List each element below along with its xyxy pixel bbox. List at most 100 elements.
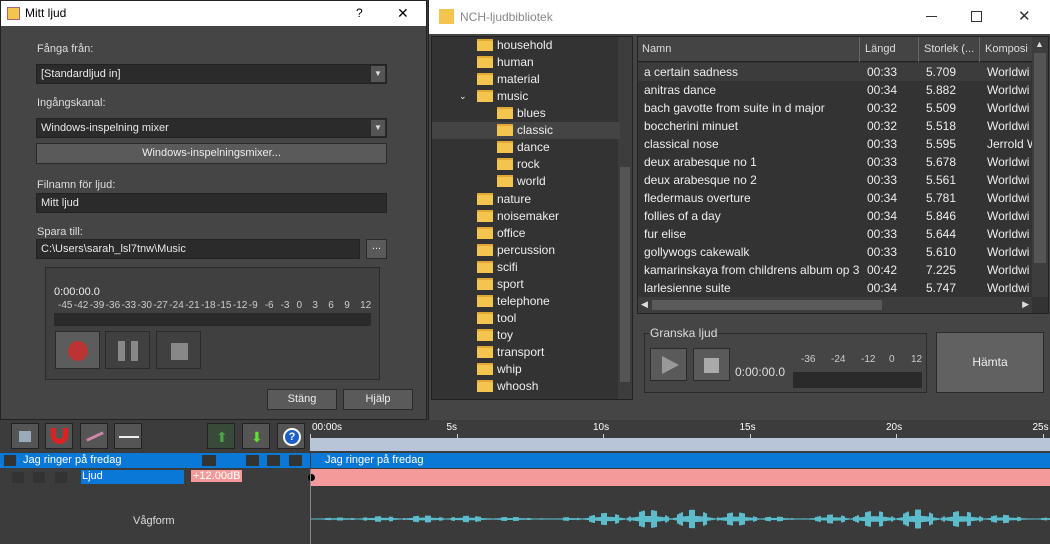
table-header: Namn Längd Storlek (... Komposi bbox=[638, 37, 1032, 62]
collapse-icon[interactable] bbox=[4, 455, 16, 466]
browse-button[interactable]: ... bbox=[366, 239, 387, 259]
tree-item[interactable]: office bbox=[477, 225, 525, 242]
tree-item[interactable]: human bbox=[477, 54, 534, 71]
tree-item[interactable]: telephone bbox=[477, 293, 550, 310]
horizontal-scrollbar[interactable]: ◀ ▶ bbox=[638, 297, 1032, 313]
mixer-button[interactable]: Windows-inspelningsmixer... bbox=[36, 143, 387, 164]
table-row[interactable]: fledermaus overture 00:34 5.781 Worldwi bbox=[638, 189, 1031, 207]
column-header[interactable]: Storlek (... bbox=[924, 43, 974, 55]
table-row[interactable]: larlesienne suite 00:34 5.747 Worldwi bbox=[638, 279, 1031, 297]
filename-input[interactable]: Mitt ljud bbox=[36, 193, 387, 213]
tree-item[interactable]: world bbox=[497, 173, 546, 190]
preview-meter-tick: -12 bbox=[861, 354, 876, 365]
column-header[interactable]: Komposi bbox=[985, 43, 1028, 55]
scroll-right-icon[interactable]: ▶ bbox=[1022, 299, 1029, 310]
record-button[interactable] bbox=[55, 331, 100, 369]
waveform-bar bbox=[525, 518, 527, 520]
play-button[interactable] bbox=[650, 348, 687, 381]
waveform-bar bbox=[659, 516, 661, 522]
fit-button[interactable] bbox=[114, 423, 142, 449]
waveform-bar bbox=[361, 518, 363, 520]
waveform-bar bbox=[471, 517, 473, 521]
chevron-down-icon[interactable]: ⌄ bbox=[459, 88, 467, 105]
scroll-left-icon[interactable]: ◀ bbox=[641, 299, 648, 310]
download-button[interactable]: Hämta bbox=[936, 332, 1044, 393]
close-icon[interactable]: ✕ bbox=[397, 5, 409, 22]
speaker-tool-button[interactable] bbox=[11, 423, 39, 449]
tree-item[interactable]: household bbox=[477, 37, 552, 54]
table-row[interactable]: classical nose 00:33 5.595 Jerrold W bbox=[638, 135, 1032, 153]
tree-item[interactable]: percussion bbox=[477, 242, 555, 259]
pause-button[interactable] bbox=[105, 331, 150, 369]
table-row[interactable]: deux arabesque no 1 00:33 5.678 Worldwi bbox=[638, 153, 1031, 171]
track-option-icon[interactable] bbox=[246, 455, 259, 466]
timeline-ruler[interactable]: 00:00s 5s 10s 15s 20s 25s bbox=[310, 420, 1050, 452]
track-header[interactable]: Jag ringer på fredag bbox=[0, 453, 310, 468]
column-divider[interactable] bbox=[979, 37, 980, 62]
lane-select[interactable]: Ljud bbox=[81, 470, 184, 484]
waveform-bar bbox=[825, 517, 827, 521]
tree-item[interactable]: rock bbox=[497, 156, 540, 173]
tree-item[interactable]: nature bbox=[477, 191, 531, 208]
maximize-icon[interactable] bbox=[971, 11, 982, 22]
stop-button[interactable] bbox=[156, 331, 201, 369]
track-settings-icon[interactable] bbox=[289, 455, 302, 466]
channel-select[interactable]: Windows-inspelning mixer ▼ bbox=[36, 118, 387, 138]
effects-button[interactable] bbox=[80, 423, 108, 449]
waveform-bar bbox=[421, 517, 423, 521]
move-up-button[interactable]: ⬆ bbox=[207, 423, 235, 449]
table-row[interactable]: fur elise 00:33 5.644 Worldwi bbox=[638, 225, 1031, 243]
table-row[interactable]: gollywogs cakewalk 00:33 5.610 Worldwi bbox=[638, 243, 1031, 261]
column-divider[interactable] bbox=[859, 37, 860, 62]
saveto-input[interactable]: C:\Users\sarah_lsl7tnw\Music bbox=[36, 239, 360, 259]
column-header[interactable]: Längd bbox=[865, 43, 896, 55]
clip-header[interactable]: Jag ringer på fredag bbox=[311, 453, 1050, 468]
tree-item[interactable]: noisemaker bbox=[477, 208, 559, 225]
tree-item[interactable]: scifi bbox=[477, 259, 518, 276]
column-divider[interactable] bbox=[918, 37, 919, 62]
play-icon bbox=[662, 356, 679, 374]
tree-item[interactable]: tool bbox=[477, 310, 516, 327]
close-icon[interactable]: ✕ bbox=[1018, 7, 1031, 25]
table-cell: Worldwi bbox=[987, 83, 1030, 97]
vertical-scrollbar[interactable]: ▲ bbox=[1032, 37, 1048, 297]
move-down-button[interactable]: ⬇ bbox=[242, 423, 270, 449]
table-row[interactable]: kamarinskaya from childrens album op 39 0… bbox=[638, 261, 1031, 279]
table-row[interactable]: boccherini minuet 00:32 5.518 Worldwi bbox=[638, 117, 1031, 135]
help-button[interactable]: Hjälp bbox=[343, 389, 413, 410]
tree-item[interactable]: material bbox=[477, 71, 540, 88]
tree-item[interactable]: toy bbox=[477, 327, 513, 344]
lane-value[interactable]: +12.00dB bbox=[191, 470, 243, 482]
tree-item[interactable]: whoosh bbox=[477, 378, 538, 395]
tree-item[interactable]: dance bbox=[497, 139, 550, 156]
tree-item[interactable]: transport bbox=[477, 344, 544, 361]
table-row[interactable]: bach gavotte from suite in d major 00:32 5… bbox=[638, 99, 1031, 117]
table-row[interactable]: anitras dance 00:34 5.882 Worldwi bbox=[638, 81, 1031, 99]
tree-item[interactable]: sport bbox=[477, 276, 524, 293]
help-icon[interactable]: ? bbox=[356, 6, 363, 20]
help-tool-button[interactable]: ? bbox=[277, 423, 305, 449]
add-keyframe-icon[interactable] bbox=[33, 472, 45, 483]
minimize-icon[interactable] bbox=[926, 16, 937, 17]
preview-stop-button[interactable] bbox=[693, 348, 730, 381]
table-row[interactable]: deux arabesque no 2 00:33 5.561 Worldwi bbox=[638, 171, 1031, 189]
capture-select[interactable]: [Standardljud in] ▼ bbox=[36, 64, 387, 84]
close-button[interactable]: Stäng bbox=[267, 389, 337, 410]
tree-scrollbar[interactable] bbox=[618, 37, 632, 399]
lock-icon[interactable] bbox=[267, 455, 280, 466]
tree-item[interactable]: ⌄ music bbox=[459, 88, 528, 105]
prev-keyframe-icon[interactable] bbox=[12, 472, 24, 483]
waveform-bar bbox=[597, 517, 599, 521]
column-header[interactable]: Namn bbox=[642, 43, 671, 55]
next-keyframe-icon[interactable] bbox=[55, 472, 67, 483]
scroll-up-icon[interactable]: ▲ bbox=[1035, 39, 1044, 49]
volume-lane[interactable] bbox=[308, 469, 1050, 486]
mute-icon[interactable] bbox=[202, 455, 216, 466]
waveform[interactable] bbox=[311, 487, 1050, 544]
tree-item[interactable]: classic bbox=[497, 122, 553, 139]
tree-item[interactable]: blues bbox=[497, 105, 546, 122]
table-row[interactable]: a certain sadness 00:33 5.709 Worldwi bbox=[638, 63, 1031, 81]
table-row[interactable]: follies of a day 00:34 5.846 Worldwi bbox=[638, 207, 1031, 225]
snap-button[interactable] bbox=[45, 423, 73, 449]
tree-item[interactable]: whip bbox=[477, 361, 522, 378]
